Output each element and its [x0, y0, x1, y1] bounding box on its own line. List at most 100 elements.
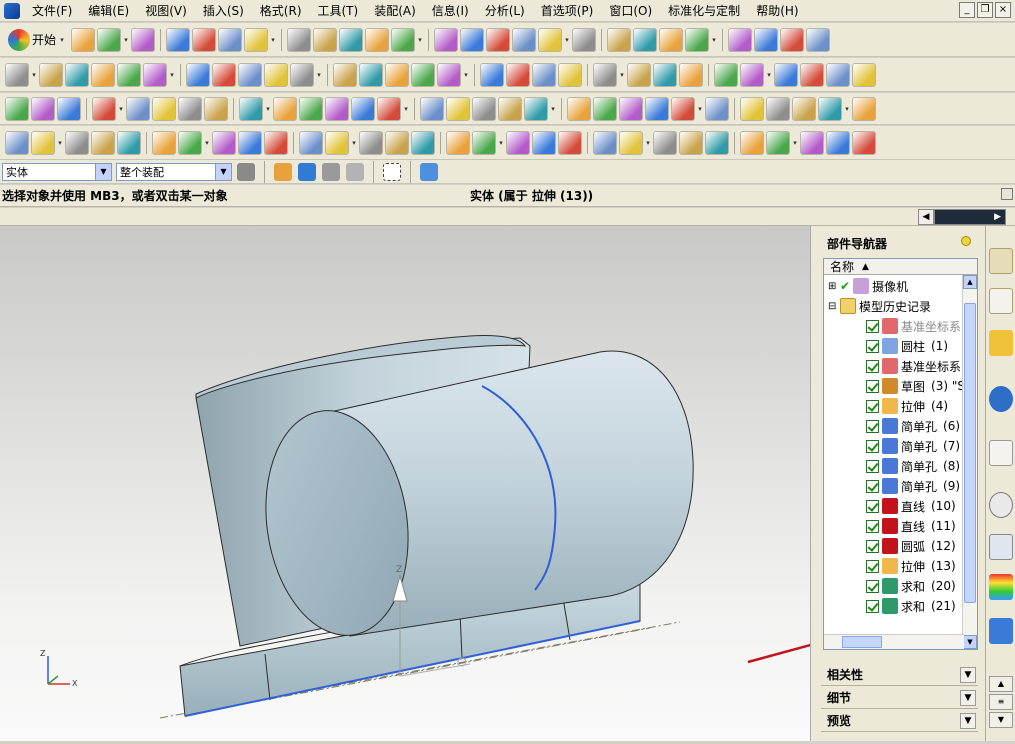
toolbar-tool-icon[interactable]	[532, 62, 556, 87]
model-view[interactable]: Z Z X	[0, 226, 905, 741]
toolbar-tool-icon[interactable]	[472, 130, 496, 155]
feature-row[interactable]: 求和 (21)	[866, 596, 956, 616]
scroll-thumb[interactable]	[964, 303, 976, 603]
menu-preferences[interactable]: 首选项(P)	[533, 2, 602, 19]
toolbar-tool-icon[interactable]	[818, 96, 842, 121]
toolbar-tool-icon[interactable]	[273, 96, 297, 121]
assembly-navigator-icon[interactable]	[989, 248, 1013, 274]
toolbar-tool-icon[interactable]	[567, 96, 591, 121]
toolbar-tool-icon[interactable]	[512, 27, 537, 52]
scroll-up-icon[interactable]: ▲	[989, 676, 1013, 692]
chevron-down-icon[interactable]: ▾	[30, 63, 38, 87]
toolbar-tool-icon[interactable]	[65, 62, 89, 87]
toolbar-tool-icon[interactable]	[377, 96, 401, 121]
feature-row[interactable]: 草图 (3) "S	[866, 376, 965, 396]
checkbox-icon[interactable]	[866, 459, 879, 473]
cue-toggle-icon[interactable]	[1001, 188, 1013, 200]
toolbar-tool-icon[interactable]	[339, 27, 364, 52]
chevron-down-icon[interactable]: ▾	[56, 131, 64, 155]
chevron-down-icon[interactable]: ▾	[765, 63, 773, 87]
section-dependencies[interactable]: 相关性 ▼	[821, 664, 978, 686]
toolbar-tool-icon[interactable]	[852, 96, 876, 121]
toolbar-tool-icon[interactable]	[558, 62, 582, 87]
toolbar-tool-icon[interactable]	[39, 62, 63, 87]
toolbar-tool-icon[interactable]	[558, 130, 582, 155]
toolbar-tool-icon[interactable]	[152, 130, 176, 155]
start-button[interactable]: 开始 ▾	[4, 28, 70, 52]
checkbox-icon[interactable]	[866, 319, 879, 333]
toolbar-tool-icon[interactable]	[333, 62, 357, 87]
toolbar-tool-icon[interactable]	[166, 27, 191, 52]
toolbar-tool-icon[interactable]	[325, 130, 349, 155]
toolbar-tool-icon[interactable]	[446, 96, 470, 121]
chevron-down-icon[interactable]: ▾	[122, 28, 130, 52]
checkbox-icon[interactable]	[866, 439, 879, 453]
toolbar-tool-icon[interactable]	[480, 62, 504, 87]
toolbar-tool-icon[interactable]	[212, 62, 236, 87]
reuse-library-icon[interactable]	[989, 330, 1013, 356]
chevron-down-icon[interactable]: ▾	[791, 131, 799, 155]
toolbar-tool-icon[interactable]	[411, 62, 435, 87]
toolbar-tool-icon[interactable]	[65, 130, 89, 155]
minimize-icon[interactable]: _	[959, 2, 975, 18]
toolbar-tool-icon[interactable]	[385, 130, 409, 155]
toolbar-tool-icon[interactable]	[5, 62, 29, 87]
menu-insert[interactable]: 插入(S)	[195, 2, 252, 19]
graphics-window[interactable]: Z Z X	[0, 226, 905, 741]
snap-point-icon[interactable]	[274, 162, 292, 181]
toolbar-tool-icon[interactable]	[186, 62, 210, 87]
feature-row[interactable]: 简单孔 (9)	[866, 476, 960, 496]
feature-row[interactable]: 简单孔 (7)	[866, 436, 960, 456]
web-browser-icon[interactable]	[989, 386, 1013, 412]
toolbar-tool-icon[interactable]	[325, 96, 349, 121]
scroll-thumb-icon[interactable]: ≡	[989, 694, 1013, 710]
menu-customize[interactable]: 标准化与定制	[660, 2, 748, 19]
toolbar-tool-icon[interactable]	[532, 130, 556, 155]
filter-gear-icon[interactable]	[237, 162, 255, 181]
toolbar-tool-icon[interactable]	[685, 27, 710, 52]
toolbar-tool-icon[interactable]	[852, 62, 876, 87]
chevron-down-icon[interactable]: ▾	[117, 97, 125, 121]
toolbar-tool-icon[interactable]	[740, 130, 764, 155]
toolbar-tool-icon[interactable]	[671, 96, 695, 121]
chevron-down-icon[interactable]: ▾	[644, 131, 652, 155]
toolbar-tool-icon[interactable]	[31, 96, 55, 121]
toolbar-tool-icon[interactable]	[800, 62, 824, 87]
toolbar-tool-icon[interactable]	[498, 96, 522, 121]
cube-select-icon[interactable]	[420, 162, 438, 181]
scroll-right-icon[interactable]: ▶	[934, 209, 1006, 225]
column-header-name[interactable]: 名称 ▲	[824, 259, 977, 275]
chevron-down-icon[interactable]: ▾	[168, 63, 176, 87]
scroll-left-icon[interactable]: ◀	[918, 209, 934, 225]
toolbar-tool-icon[interactable]	[538, 27, 563, 52]
toolbar-tool-icon[interactable]	[806, 27, 831, 52]
toolbar-tool-icon[interactable]	[264, 62, 288, 87]
feature-row[interactable]: 拉伸 (13)	[866, 556, 956, 576]
roles-icon[interactable]	[989, 618, 1013, 644]
tree-node-camera[interactable]: ⊞ ✔ 摄像机	[828, 276, 908, 296]
toolbar-tool-icon[interactable]	[117, 130, 141, 155]
feature-row[interactable]: 圆弧 (12)	[866, 536, 956, 556]
toolbar-tool-icon[interactable]	[506, 130, 530, 155]
process-studio-icon[interactable]	[989, 534, 1013, 560]
toolbar-tool-icon[interactable]	[486, 27, 511, 52]
clock-icon[interactable]	[989, 492, 1013, 518]
toolbar-tool-icon[interactable]	[437, 62, 461, 87]
checkbox-icon[interactable]	[866, 599, 879, 613]
toolbar-tool-icon[interactable]	[800, 130, 824, 155]
feature-row[interactable]: 基准坐标系	[866, 356, 967, 376]
close-icon[interactable]: ×	[995, 2, 1011, 18]
toolbar-tool-icon[interactable]	[143, 62, 167, 87]
checkbox-icon[interactable]	[866, 539, 879, 553]
feature-row[interactable]: 基准坐标系	[866, 316, 967, 336]
toolbar-tool-icon[interactable]	[593, 96, 617, 121]
chevron-down-icon[interactable]: ▾	[549, 97, 557, 121]
checkbox-icon[interactable]	[866, 359, 879, 373]
toolbar-tool-icon[interactable]	[192, 27, 217, 52]
toolbar-tool-icon[interactable]	[420, 96, 444, 121]
toolbar-tool-icon[interactable]	[244, 27, 269, 52]
toolbar-tool-icon[interactable]	[852, 130, 876, 155]
chevron-down-icon[interactable]: ▾	[843, 97, 851, 121]
section-details[interactable]: 细节 ▼	[821, 687, 978, 709]
checkbox-icon[interactable]	[866, 379, 879, 393]
